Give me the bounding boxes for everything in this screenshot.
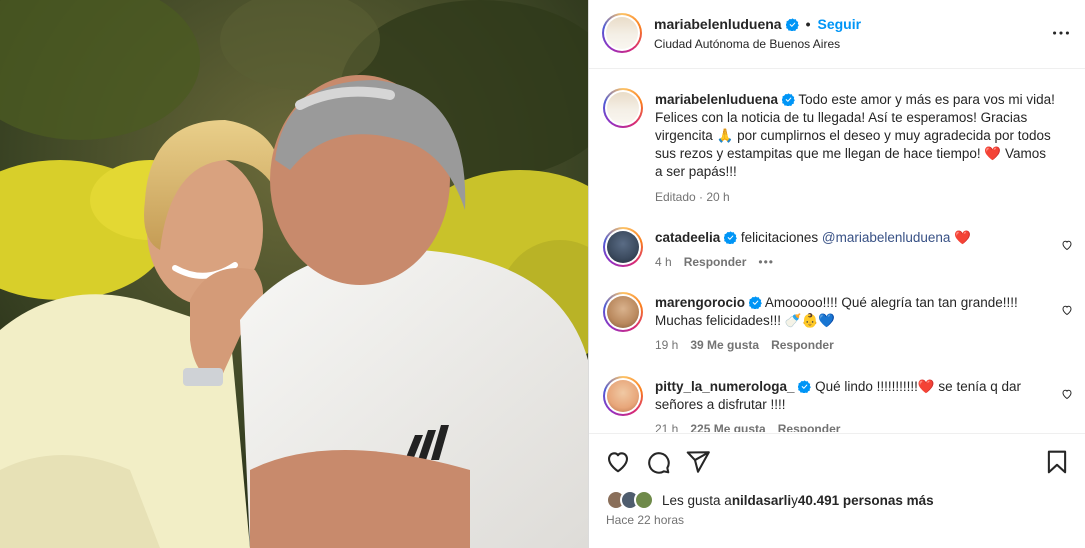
paper-plane-icon[interactable] — [685, 449, 711, 475]
comments-list[interactable]: mariabelenluduena Todo este amor y más e… — [589, 70, 1085, 432]
more-options-icon[interactable] — [1050, 22, 1072, 44]
caption-meta: Editado · 20 h — [655, 190, 730, 204]
post-location[interactable]: Ciudad Autónoma de Buenos Aires — [654, 37, 840, 51]
comment-mention-link[interactable]: @mariabelenluduena — [822, 230, 951, 245]
author-avatar[interactable] — [602, 13, 642, 53]
separator-dot: • — [805, 16, 811, 32]
heart-icon[interactable] — [605, 449, 631, 475]
likes-prefix: Les gusta a — [662, 492, 732, 508]
verified-badge-icon — [785, 17, 799, 31]
post-side-panel: mariabelenluduena • Seguir Ciudad Autóno… — [588, 0, 1085, 548]
reply-button[interactable]: Responder — [778, 422, 841, 432]
likes-count-link[interactable]: 40.491 personas más — [798, 493, 934, 508]
comment-like-heart-icon[interactable] — [1061, 304, 1073, 316]
bookmark-icon[interactable] — [1044, 449, 1070, 475]
comment-avatar[interactable] — [603, 376, 643, 416]
comment-time[interactable]: 19 h — [655, 338, 678, 352]
comment-text-after: ❤️ — [950, 230, 971, 245]
comment-time[interactable]: 4 h — [655, 255, 672, 269]
comment-like-count[interactable]: 39 Me gusta — [690, 338, 759, 352]
caption-avatar[interactable] — [603, 88, 643, 128]
post-photo[interactable] — [0, 0, 588, 548]
post-photo-illustration — [0, 0, 588, 548]
comment-bubble-icon[interactable] — [645, 449, 671, 475]
verified-badge-icon — [798, 380, 812, 393]
reply-button[interactable]: Responder — [684, 255, 747, 269]
comment-username[interactable]: pitty_la_numerologa_ — [655, 379, 795, 394]
comment-avatar[interactable] — [603, 227, 643, 267]
comment-time[interactable]: 21 h — [655, 422, 678, 432]
reply-button[interactable]: Responder — [771, 338, 834, 352]
comment-text: felicitaciones — [740, 230, 822, 245]
liked-by-avatars — [606, 490, 654, 510]
verified-badge-icon — [781, 93, 795, 106]
comment-like-heart-icon[interactable] — [1061, 388, 1073, 400]
comment-username[interactable]: catadeelia — [655, 230, 720, 245]
likes-mid: y — [791, 492, 798, 508]
post-timestamp[interactable]: Hace 22 horas — [606, 513, 684, 527]
comment-avatar[interactable] — [603, 292, 643, 332]
caption-username[interactable]: mariabelenluduena — [655, 92, 778, 107]
post-actions: Les gusta a nildasarli y 40.491 personas… — [589, 433, 1085, 548]
comment-like-heart-icon[interactable] — [1061, 239, 1073, 251]
verified-badge-icon — [724, 231, 737, 244]
comment-more-button[interactable]: ••• — [758, 255, 774, 269]
likes-summary[interactable]: Les gusta a nildasarli y 40.491 personas… — [606, 490, 934, 510]
verified-badge-icon — [748, 296, 762, 309]
liker-avatar — [634, 490, 654, 510]
comment-username[interactable]: marengorocio — [655, 295, 745, 310]
post-header: mariabelenluduena • Seguir Ciudad Autóno… — [589, 0, 1085, 69]
follow-button[interactable]: Seguir — [818, 16, 862, 32]
liked-by-user-link[interactable]: nildasarli — [732, 493, 791, 508]
comment-like-count[interactable]: 225 Me gusta — [690, 422, 765, 432]
author-username[interactable]: mariabelenluduena — [654, 16, 782, 32]
